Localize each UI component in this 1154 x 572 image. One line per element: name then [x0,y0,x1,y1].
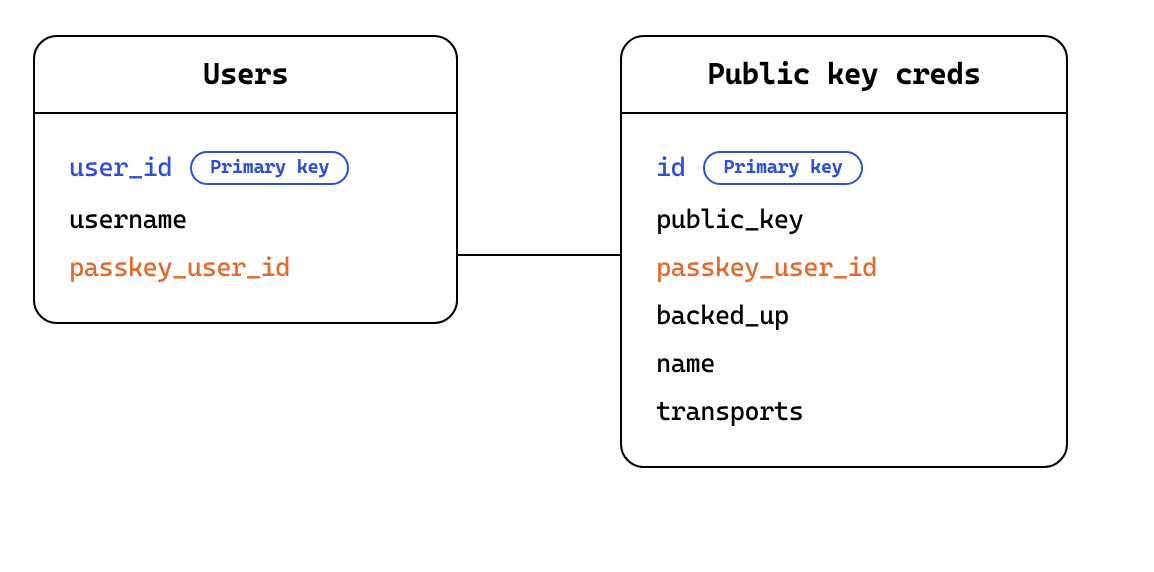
entity-users-body: user_id Primary key username passkey_use… [35,114,456,322]
field-row: name [656,340,1032,388]
entity-creds-title: Public key creds [622,37,1066,114]
field-row: passkey_user_id [656,244,1032,292]
field-row: user_id Primary key [69,140,422,196]
field-row: username [69,196,422,244]
entity-users: Users user_id Primary key username passk… [33,35,458,324]
primary-key-badge: Primary key [190,151,349,185]
relationship-connector [458,254,620,256]
field-transports: transports [656,399,803,425]
primary-key-badge: Primary key [703,151,862,185]
field-public-key: public_key [656,207,803,233]
field-row: backed_up [656,292,1032,340]
field-backed-up: backed_up [656,303,789,329]
field-passkey-user-id: passkey_user_id [69,255,290,281]
field-name: name [656,351,715,377]
field-row: passkey_user_id [69,244,422,292]
field-row: id Primary key [656,140,1032,196]
field-user-id: user_id [69,155,172,181]
field-passkey-user-id: passkey_user_id [656,255,877,281]
field-username: username [69,207,187,233]
field-row: transports [656,388,1032,436]
entity-users-title: Users [35,37,456,114]
field-row: public_key [656,196,1032,244]
entity-creds-body: id Primary key public_key passkey_user_i… [622,114,1066,466]
field-id: id [656,155,685,181]
entity-public-key-creds: Public key creds id Primary key public_k… [620,35,1068,468]
